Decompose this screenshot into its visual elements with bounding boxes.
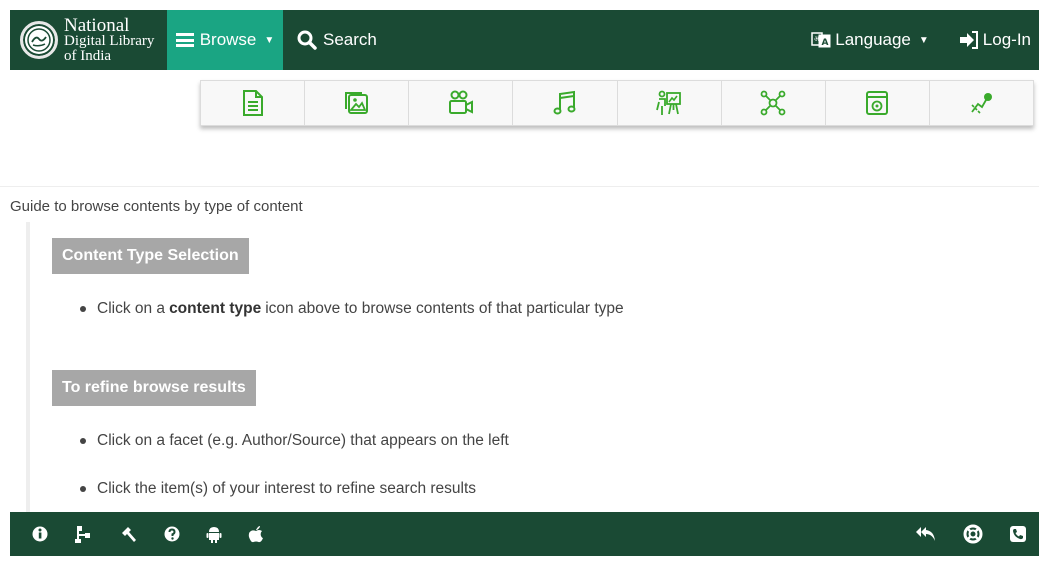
bullet-text-post: icon above to browse contents of that pa…	[265, 300, 624, 317]
content-type-video[interactable]	[409, 81, 514, 125]
svg-text:अ: अ	[814, 35, 820, 43]
video-icon	[448, 90, 473, 114]
language-label: Language	[835, 30, 911, 49]
language-menu-button[interactable]: A अ Language ▼	[811, 30, 929, 50]
search-button[interactable]: Search	[297, 30, 377, 50]
top-navbar: National Digital Library of India Browse…	[10, 10, 1039, 70]
list-item: Click the item(s) of your interest to re…	[80, 480, 476, 498]
bullet-text-bold: content type	[169, 300, 262, 317]
lifebuoy-icon[interactable]	[963, 524, 983, 544]
document-icon	[242, 90, 263, 116]
login-button[interactable]: Log-In	[959, 30, 1031, 50]
section-title-content-type: Content Type Selection	[52, 238, 249, 274]
guide-title: Guide to browse contents by type of cont…	[10, 198, 303, 215]
ndl-emblem-icon	[20, 21, 58, 59]
ndl-logo[interactable]: National Digital Library of India	[10, 10, 167, 70]
browse-menu-button[interactable]: Browse ▼	[167, 10, 283, 70]
info-icon[interactable]	[32, 525, 48, 543]
content-type-other[interactable]	[930, 81, 1033, 125]
network-icon	[760, 90, 786, 116]
footer-right-group	[889, 524, 1039, 544]
browse-label: Browse	[199, 30, 257, 49]
logo-line-2: Digital Library	[64, 32, 155, 49]
footer-bar	[10, 512, 1039, 556]
sitemap-icon[interactable]	[74, 525, 94, 543]
web-icon	[866, 91, 889, 115]
content-type-web[interactable]	[826, 81, 930, 125]
logo-line-1: National	[64, 14, 130, 36]
tools-icon[interactable]	[120, 525, 138, 543]
login-label: Log-In	[982, 30, 1031, 49]
phone-icon[interactable]	[1009, 525, 1027, 543]
svg-text:A: A	[822, 38, 829, 48]
content-type-presentation[interactable]	[618, 81, 722, 125]
logo-line-3: of India	[64, 47, 112, 64]
help-icon[interactable]	[164, 525, 180, 543]
bullet-text: Click the item(s) of your interest to re…	[97, 480, 477, 497]
image-icon	[344, 92, 368, 114]
content-type-network[interactable]	[722, 81, 826, 125]
caret-down-icon: ▼	[918, 34, 929, 46]
content-type-text[interactable]	[201, 81, 306, 125]
apple-icon[interactable]	[248, 525, 264, 543]
guide-panel: Content Type Selection Click on a conten…	[26, 222, 1026, 512]
section-title-refine: To refine browse results	[52, 370, 256, 406]
bullet-dot	[80, 306, 86, 312]
content-type-bar	[200, 80, 1034, 126]
sign-in-icon	[959, 31, 978, 49]
caret-down-icon: ▼	[264, 34, 275, 46]
bullet-text-pre: Click on a	[97, 300, 166, 317]
hamburger-icon	[175, 33, 194, 47]
search-icon	[297, 30, 317, 50]
audio-icon	[553, 90, 576, 115]
logo-text: National Digital Library of India	[64, 14, 155, 64]
bullet-dot	[80, 486, 86, 492]
content-type-audio[interactable]	[513, 81, 618, 125]
other-icon	[971, 93, 993, 114]
list-item: Click on a content type icon above to br…	[80, 300, 624, 318]
content-type-image[interactable]	[305, 81, 410, 125]
bullet-dot	[80, 438, 86, 444]
android-icon[interactable]	[206, 525, 222, 543]
reply-all-icon[interactable]	[915, 525, 937, 543]
bullet-text: Click on a facet (e.g. Author/Source) th…	[97, 432, 509, 449]
presentation-icon	[656, 90, 681, 115]
list-item: Click on a facet (e.g. Author/Source) th…	[80, 432, 509, 450]
language-icon: A अ	[811, 32, 831, 48]
search-label: Search	[323, 30, 377, 49]
section-divider	[0, 186, 1039, 187]
